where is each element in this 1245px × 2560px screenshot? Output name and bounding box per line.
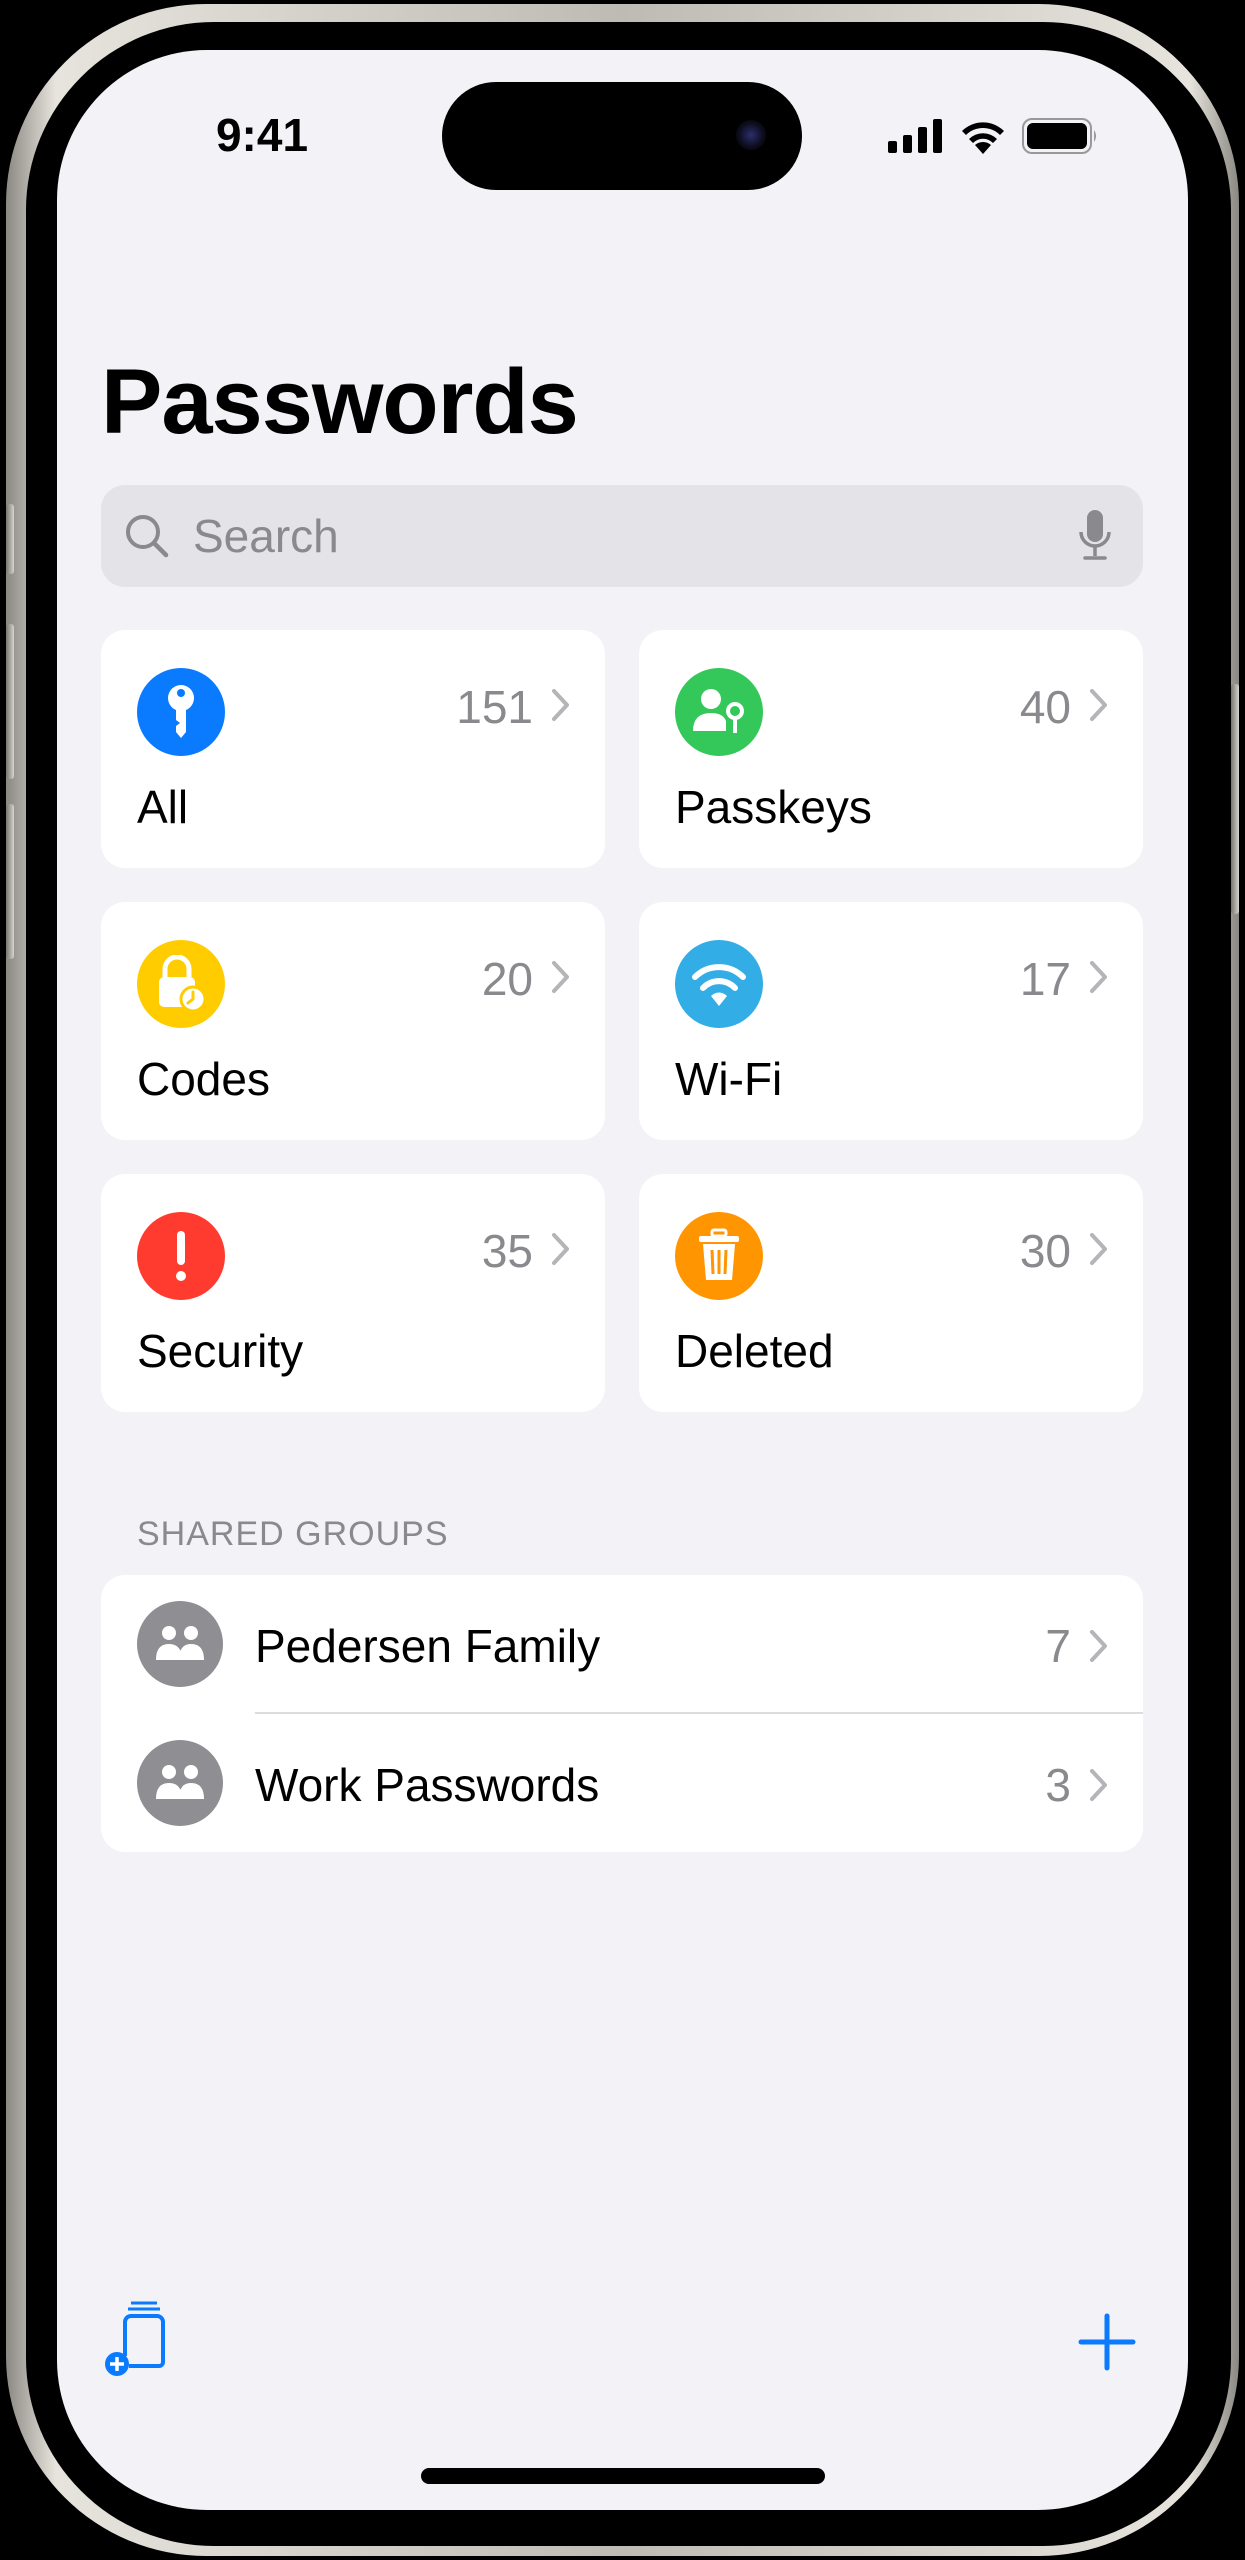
dynamic-island [442,82,802,190]
volume-down-button [6,804,14,959]
people-icon [156,1765,204,1799]
category-count: 30 [1019,1225,1071,1277]
group-count: 3 [1045,1759,1071,1811]
category-label: Security [137,1325,304,1377]
exclamation-icon [176,1231,186,1281]
group-name: Pedersen Family [255,1620,601,1672]
key-icon [168,685,194,738]
group-name: Work Passwords [255,1759,600,1811]
shared-groups-header: SHARED GROUPS [137,1515,449,1553]
category-count: 20 [481,953,533,1005]
category-count: 17 [1019,953,1071,1005]
camera-icon [736,120,766,150]
search-icon [126,515,169,558]
category-label: All [137,781,189,833]
search-field[interactable]: Search [101,485,1143,587]
category-grid: 151 All 40 Passkeys 20 Codes 17 Wi-Fi 35… [101,630,1143,1412]
side-button [1231,684,1239,914]
new-shared-group-button[interactable] [103,2300,183,2380]
battery-icon [1022,118,1096,154]
microphone-icon[interactable] [1075,508,1115,564]
chevron-right-icon [552,689,569,721]
new-shared-group-icon [105,2301,165,2376]
plus-icon [1078,2313,1136,2371]
page-title: Passwords [101,351,579,453]
wifi-icon [692,964,746,1006]
category-count: 35 [481,1225,533,1277]
volume-up-button [6,624,14,779]
category-label: Deleted [675,1325,834,1377]
chevron-right-icon [552,1233,569,1265]
chevron-right-icon [1090,1233,1107,1265]
group-count: 7 [1045,1620,1071,1672]
category-icon-bg [137,1212,225,1300]
chevron-right-icon [1090,689,1107,721]
category-card-codes[interactable]: 20 Codes [101,902,605,1140]
add-password-button[interactable] [1077,2312,1137,2372]
people-icon [156,1626,204,1660]
category-card-all[interactable]: 151 All [101,630,605,868]
person-key-icon [693,689,744,733]
home-indicator[interactable] [421,2468,825,2484]
category-icon-bg [137,940,225,1028]
lock-clock-icon [159,955,207,1013]
chevron-right-icon [1090,961,1107,993]
shared-group-row[interactable]: Work Passwords 3 [101,1714,1143,1852]
screen: 9:41 Passwords Search 151 All 40 Passkey… [57,50,1188,2510]
category-label: Passkeys [675,781,872,833]
chevron-right-icon [1090,1630,1107,1662]
category-card-passkeys[interactable]: 40 Passkeys [639,630,1143,868]
category-label: Wi-Fi [675,1053,783,1105]
category-count: 151 [456,681,533,733]
group-avatar [137,1740,223,1826]
category-count: 40 [1019,681,1071,733]
trash-icon [699,1228,739,1280]
category-icon-bg [675,1212,763,1300]
category-label: Codes [137,1053,270,1105]
category-icon-bg [137,668,225,756]
cellular-signal-icon [888,119,942,153]
shared-group-row[interactable]: Pedersen Family 7 [101,1575,1143,1714]
category-card-wifi[interactable]: 17 Wi-Fi [639,902,1143,1140]
category-card-security[interactable]: 35 Security [101,1174,605,1412]
chevron-right-icon [1090,1769,1107,1801]
wifi-icon [962,122,1004,154]
status-time: 9:41 [215,109,309,161]
status-icons [888,118,1098,154]
shared-groups-list: Pedersen Family 7 Work Passwords 3 [101,1575,1143,1852]
chevron-right-icon [552,961,569,993]
group-avatar [137,1601,223,1687]
category-icon-bg [675,668,763,756]
category-card-deleted[interactable]: 30 Deleted [639,1174,1143,1412]
search-placeholder: Search [193,510,339,562]
category-icon-bg [675,940,763,1028]
action-button [6,504,14,574]
